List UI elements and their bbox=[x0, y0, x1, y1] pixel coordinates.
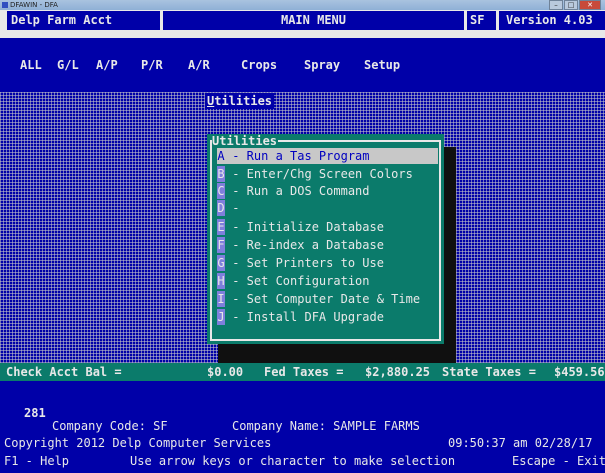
code-number: 281 bbox=[24, 406, 46, 420]
check-balance-label: Check Acct Bal = bbox=[6, 365, 122, 379]
section-title: Utilities bbox=[205, 93, 275, 109]
option-d-blank[interactable]: D - bbox=[217, 200, 438, 216]
menu-item-setup[interactable]: Setup bbox=[364, 58, 400, 72]
menu-item-pr[interactable]: P/R bbox=[141, 58, 163, 72]
hotkey-i: I bbox=[217, 291, 225, 307]
footer: 281 Company Code: SF Company Name: SAMPL… bbox=[0, 381, 605, 473]
state-taxes-value: $459.56 bbox=[554, 365, 605, 379]
status-bar: Delp Farm Acct MAIN MENU SF Version 4.03 bbox=[0, 10, 605, 38]
option-label: - Enter/Chg Screen Colors bbox=[225, 167, 413, 181]
menu-name: MAIN MENU bbox=[163, 11, 464, 30]
option-run-tas-program[interactable]: A - Run a Tas Program bbox=[217, 148, 438, 164]
menu-item-crops[interactable]: Crops bbox=[241, 58, 277, 72]
user-initials: SF bbox=[467, 11, 496, 30]
option-set-printers[interactable]: G - Set Printers to Use bbox=[217, 255, 438, 271]
window-title: DFAWIN - DFA bbox=[10, 1, 58, 9]
option-label: - bbox=[225, 201, 240, 215]
menu-item-ap[interactable]: A/P bbox=[96, 58, 118, 72]
option-label: - Run a Tas Program bbox=[225, 149, 370, 163]
app-icon bbox=[2, 2, 8, 8]
option-install-upgrade[interactable]: J - Install DFA Upgrade bbox=[217, 309, 438, 325]
instructions: Use arrow keys or character to make sele… bbox=[130, 454, 456, 468]
hotkey-c: C bbox=[217, 183, 225, 199]
option-set-date-time[interactable]: I - Set Computer Date & Time bbox=[217, 291, 438, 307]
option-reindex-database[interactable]: F - Re-index a Database bbox=[217, 237, 438, 253]
option-label: - Set Configuration bbox=[225, 274, 370, 288]
balances-bar: Check Acct Bal = $0.00 Fed Taxes = $2,88… bbox=[0, 363, 605, 381]
maximize-button[interactable]: □ bbox=[564, 0, 578, 10]
window-titlebar: DFAWIN - DFA – □ ✕ bbox=[0, 0, 605, 10]
option-label: - Install DFA Upgrade bbox=[225, 310, 384, 324]
dialog-title: Utilities bbox=[212, 134, 279, 148]
menu-item-spray[interactable]: Spray bbox=[304, 58, 340, 72]
hotkey-d: D bbox=[217, 200, 225, 216]
app-name: Delp Farm Acct bbox=[7, 11, 160, 30]
copyright: Copyright 2012 Delp Computer Services bbox=[4, 436, 272, 450]
hotkey-f: F bbox=[217, 237, 225, 253]
option-label: - Set Printers to Use bbox=[225, 256, 384, 270]
escape-key[interactable]: Escape - Exit bbox=[512, 453, 605, 469]
menu-item-gl[interactable]: G/L bbox=[57, 58, 79, 72]
menu-item-ar[interactable]: A/R bbox=[188, 58, 210, 72]
version-label: Version 4.03 bbox=[499, 11, 605, 30]
option-label: - Re-index a Database bbox=[225, 238, 384, 252]
menu-item-all[interactable]: ALL bbox=[20, 58, 42, 72]
option-dos-command[interactable]: C - Run a DOS Command bbox=[217, 183, 438, 199]
hotkey-h: H bbox=[217, 273, 225, 289]
option-label: - Set Computer Date & Time bbox=[225, 292, 421, 306]
help-key[interactable]: F1 - Help bbox=[4, 453, 69, 469]
check-balance-value: $0.00 bbox=[207, 365, 244, 379]
hotkey-a: A bbox=[217, 149, 225, 163]
top-menu-bar: ALL G/L A/P P/R A/R Crops Spray Setup bbox=[0, 38, 605, 92]
fed-taxes-label: Fed Taxes = bbox=[264, 365, 344, 379]
section-title-rest: tilities bbox=[214, 94, 273, 108]
hotkey-b: B bbox=[217, 166, 225, 182]
option-initialize-database[interactable]: E - Initialize Database bbox=[217, 219, 438, 235]
hotkey-g: G bbox=[217, 255, 225, 271]
company-name: Company Name: SAMPLE FARMS bbox=[232, 419, 420, 433]
hotkey-j: J bbox=[217, 309, 225, 325]
close-button[interactable]: ✕ bbox=[579, 0, 601, 10]
option-label: - Run a DOS Command bbox=[225, 184, 370, 198]
hotkey-e: E bbox=[217, 219, 225, 235]
clock-datetime: 09:50:37 am 02/28/17 bbox=[448, 436, 593, 450]
utilities-dialog: Utilities A - Run a Tas Program B - Ente… bbox=[207, 134, 444, 344]
state-taxes-label: State Taxes = bbox=[442, 365, 536, 379]
option-label: - Initialize Database bbox=[225, 220, 384, 234]
window-controls: – □ ✕ bbox=[548, 0, 601, 10]
fed-taxes-value: $2,880.25 bbox=[365, 365, 431, 379]
minimize-button[interactable]: – bbox=[549, 0, 563, 10]
option-set-configuration[interactable]: H - Set Configuration bbox=[217, 273, 438, 289]
company-code: Company Code: SF bbox=[52, 419, 168, 433]
option-screen-colors[interactable]: B - Enter/Chg Screen Colors bbox=[217, 166, 438, 182]
